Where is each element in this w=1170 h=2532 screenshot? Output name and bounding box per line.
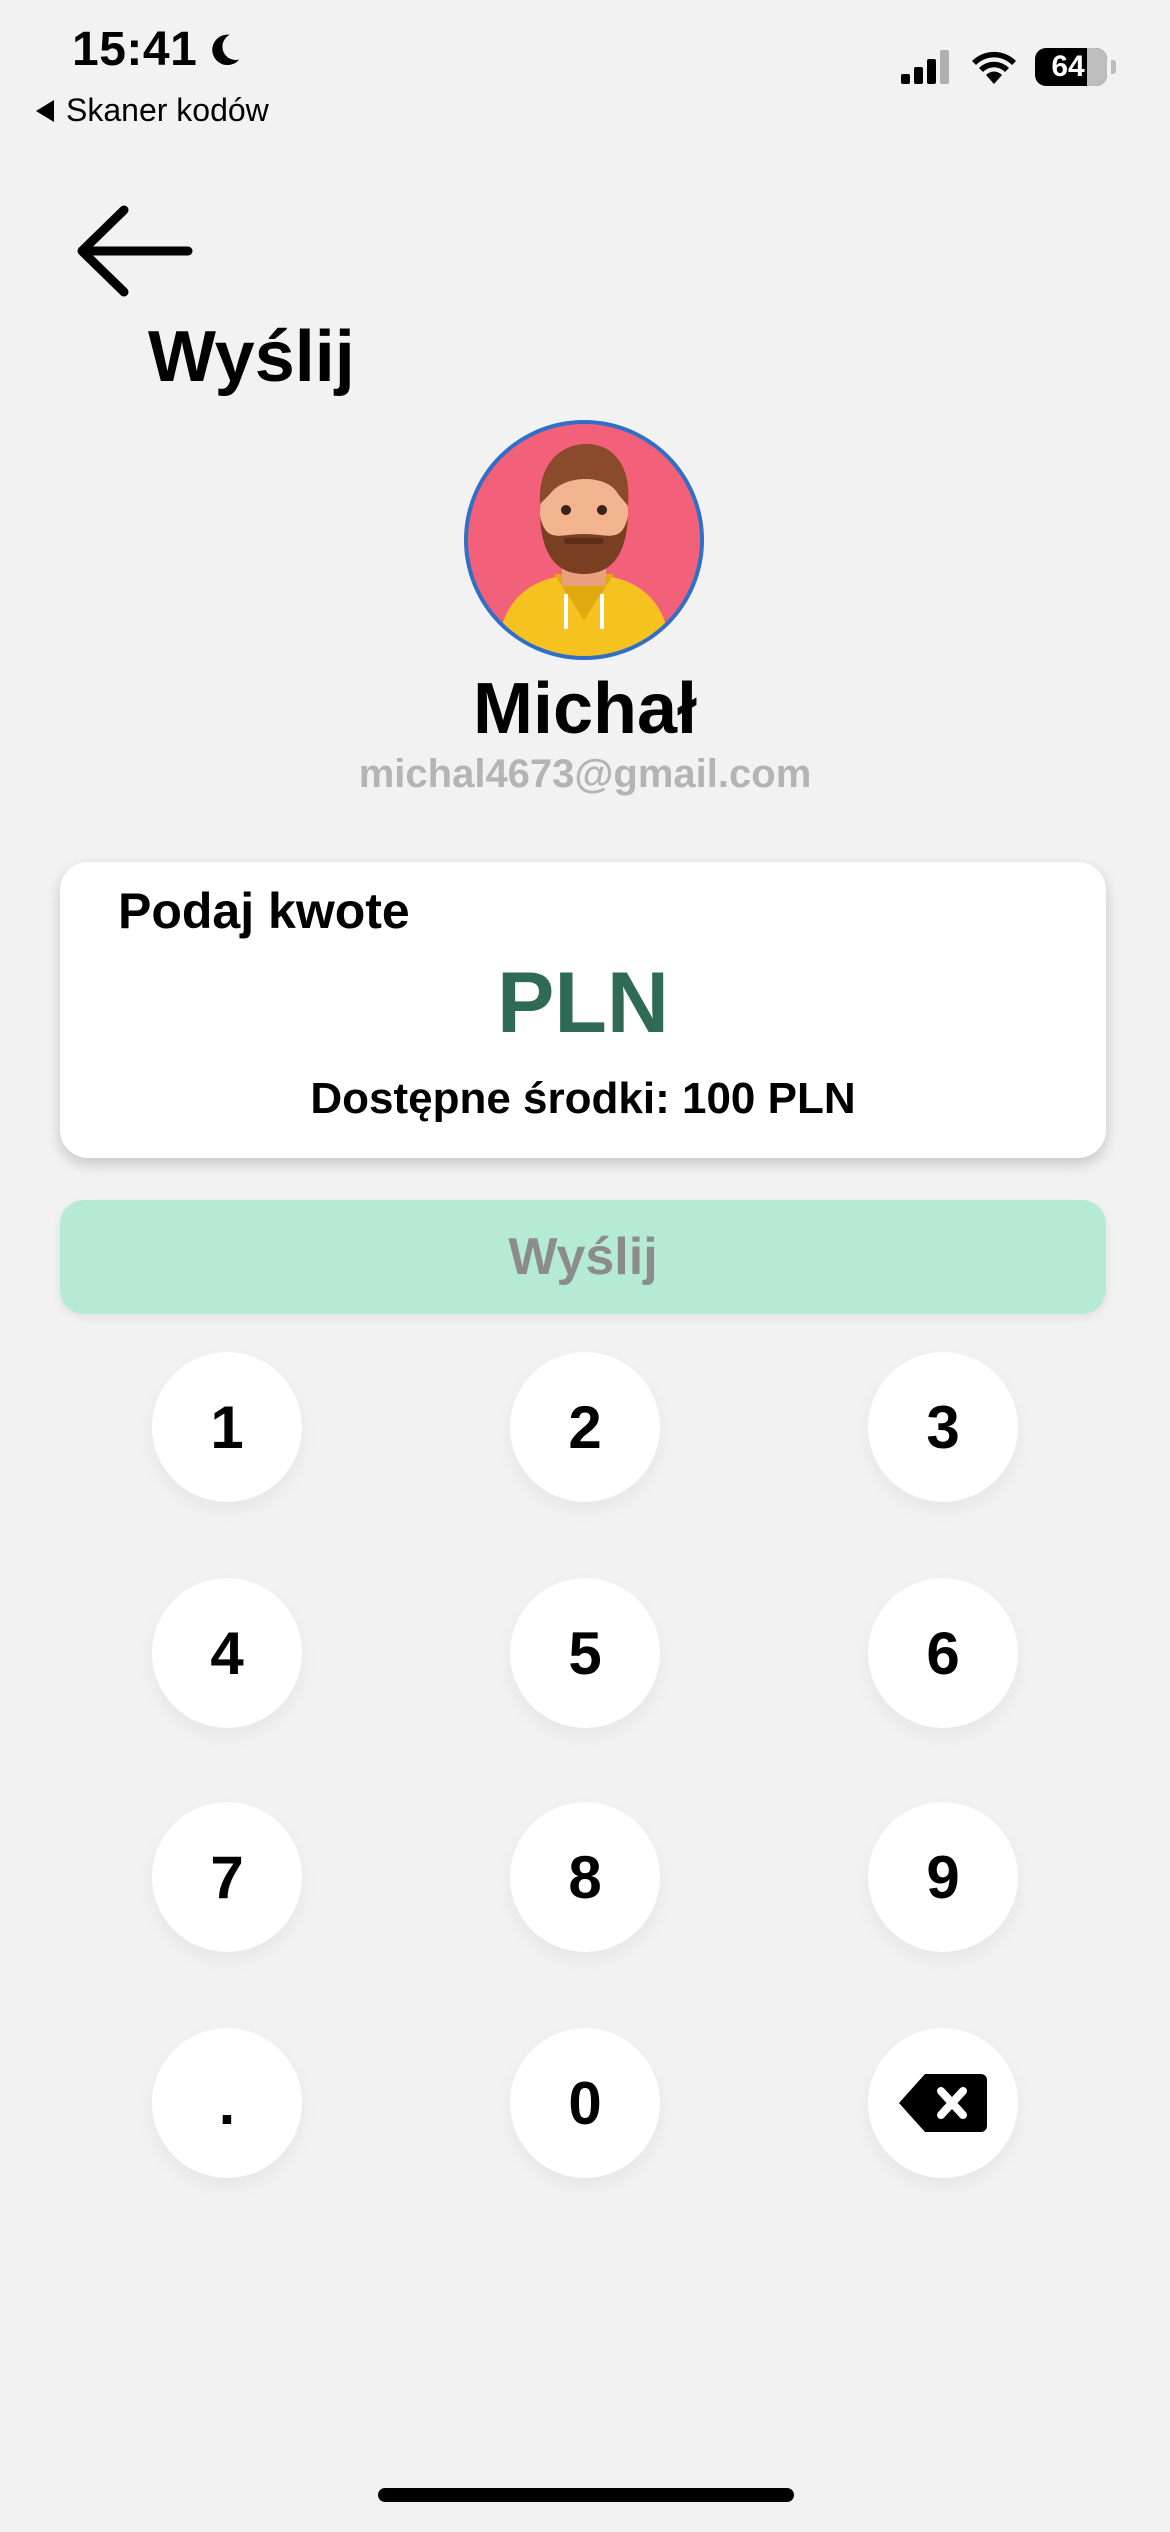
back-to-app-link[interactable]: Skaner kodów <box>36 92 269 129</box>
keypad-key-7[interactable]: 7 <box>152 1802 302 1952</box>
back-arrow-icon[interactable] <box>72 196 196 306</box>
back-app-label: Skaner kodów <box>66 92 269 128</box>
amount-currency: PLN <box>497 955 669 1051</box>
avatar-illustration <box>468 424 700 656</box>
keypad-key-4[interactable]: 4 <box>152 1578 302 1728</box>
status-time-text: 15:41 <box>72 23 198 76</box>
status-indicators: 64 <box>901 48 1116 86</box>
keypad-key-8[interactable]: 8 <box>510 1802 660 1952</box>
page-title: Wyślij <box>148 317 355 397</box>
keypad-key-3[interactable]: 3 <box>868 1352 1018 1502</box>
moon-icon <box>212 34 240 65</box>
amount-label: Podaj kwote <box>118 883 410 939</box>
keypad-key-5[interactable]: 5 <box>510 1578 660 1728</box>
avatar <box>464 420 704 660</box>
status-time: 15:41 <box>72 22 243 77</box>
available-funds: Dostępne środki: 100 PLN <box>310 1074 856 1123</box>
home-indicator[interactable] <box>378 2488 794 2502</box>
keypad-key-2[interactable]: 2 <box>510 1352 660 1502</box>
keypad-key-0[interactable]: 0 <box>510 2028 660 2178</box>
battery-level: 64 <box>1051 50 1085 83</box>
cellular-signal-icon <box>901 50 949 84</box>
battery-indicator: 64 <box>1035 48 1107 86</box>
keypad-backspace-button[interactable] <box>868 2028 1018 2178</box>
recipient-name: Michał <box>472 669 698 749</box>
back-triangle-icon <box>36 99 54 122</box>
keypad-key-decimal[interactable]: . <box>152 2028 302 2178</box>
send-button[interactable]: Wyślij <box>60 1200 1106 1314</box>
battery-cap <box>1111 60 1116 74</box>
wifi-icon <box>972 51 1016 84</box>
recipient-email: michal4673@gmail.com <box>358 752 812 796</box>
keypad-key-9[interactable]: 9 <box>868 1802 1018 1952</box>
amount-card[interactable]: Podaj kwote PLN Dostępne środki: 100 PLN <box>60 862 1106 1158</box>
backspace-icon <box>899 2074 987 2132</box>
keypad-key-1[interactable]: 1 <box>152 1352 302 1502</box>
keypad-key-6[interactable]: 6 <box>868 1578 1018 1728</box>
